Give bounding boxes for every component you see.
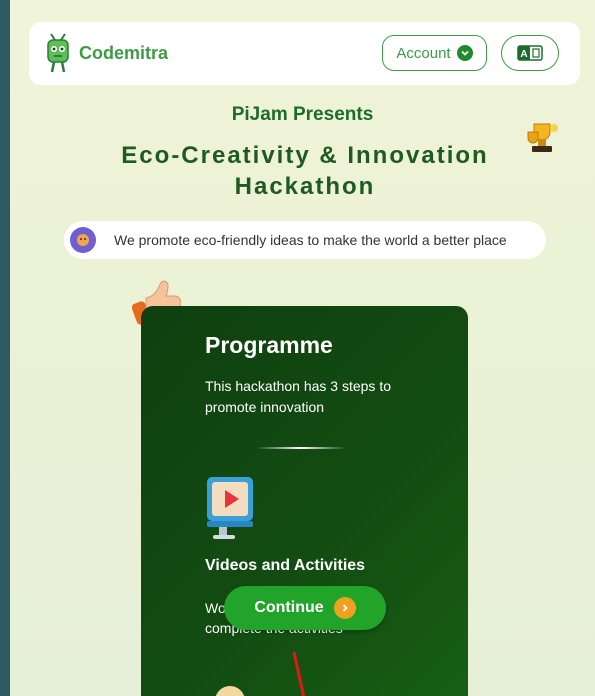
programme-description: This hackathon has 3 steps to promote in… (205, 378, 391, 415)
chevron-down-icon (456, 45, 473, 61)
account-label: Account (396, 44, 451, 62)
app-viewport: Codemitra Account A PiJam Presents Eco-C… (10, 0, 595, 696)
account-button[interactable]: Account (382, 35, 487, 71)
top-navbar: Codemitra Account A (29, 22, 580, 85)
svg-text:A: A (520, 49, 527, 60)
video-monitor-icon (207, 477, 253, 539)
step-title: Videos and Activities (205, 557, 366, 574)
brand-name: Codemitra (79, 42, 169, 63)
pointer-mark (292, 651, 306, 696)
chevron-right-icon (333, 597, 356, 619)
step-description-start: Wo (205, 600, 226, 616)
brand-logo[interactable]: Codemitra (45, 32, 168, 74)
page-title: Eco-Creativity & Innovation Hackathon (121, 142, 489, 200)
card-divider (256, 447, 346, 449)
translate-icon: A (517, 45, 543, 61)
robot-logo-icon (47, 33, 69, 73)
language-toggle-button[interactable]: A (501, 35, 559, 71)
presenter-text: PiJam Presents (231, 104, 374, 125)
programme-card: Programme This hackathon has 3 steps to … (141, 306, 468, 696)
tagline-text: We promote eco-friendly ideas to make th… (114, 232, 507, 248)
tagline-banner: We promote eco-friendly ideas to make th… (64, 221, 546, 259)
continue-button[interactable]: Continue (224, 586, 386, 630)
continue-label: Continue (254, 599, 324, 616)
mascot-avatar-icon (70, 227, 96, 253)
programme-title: Programme (205, 332, 333, 358)
trophy-icon (527, 123, 558, 152)
